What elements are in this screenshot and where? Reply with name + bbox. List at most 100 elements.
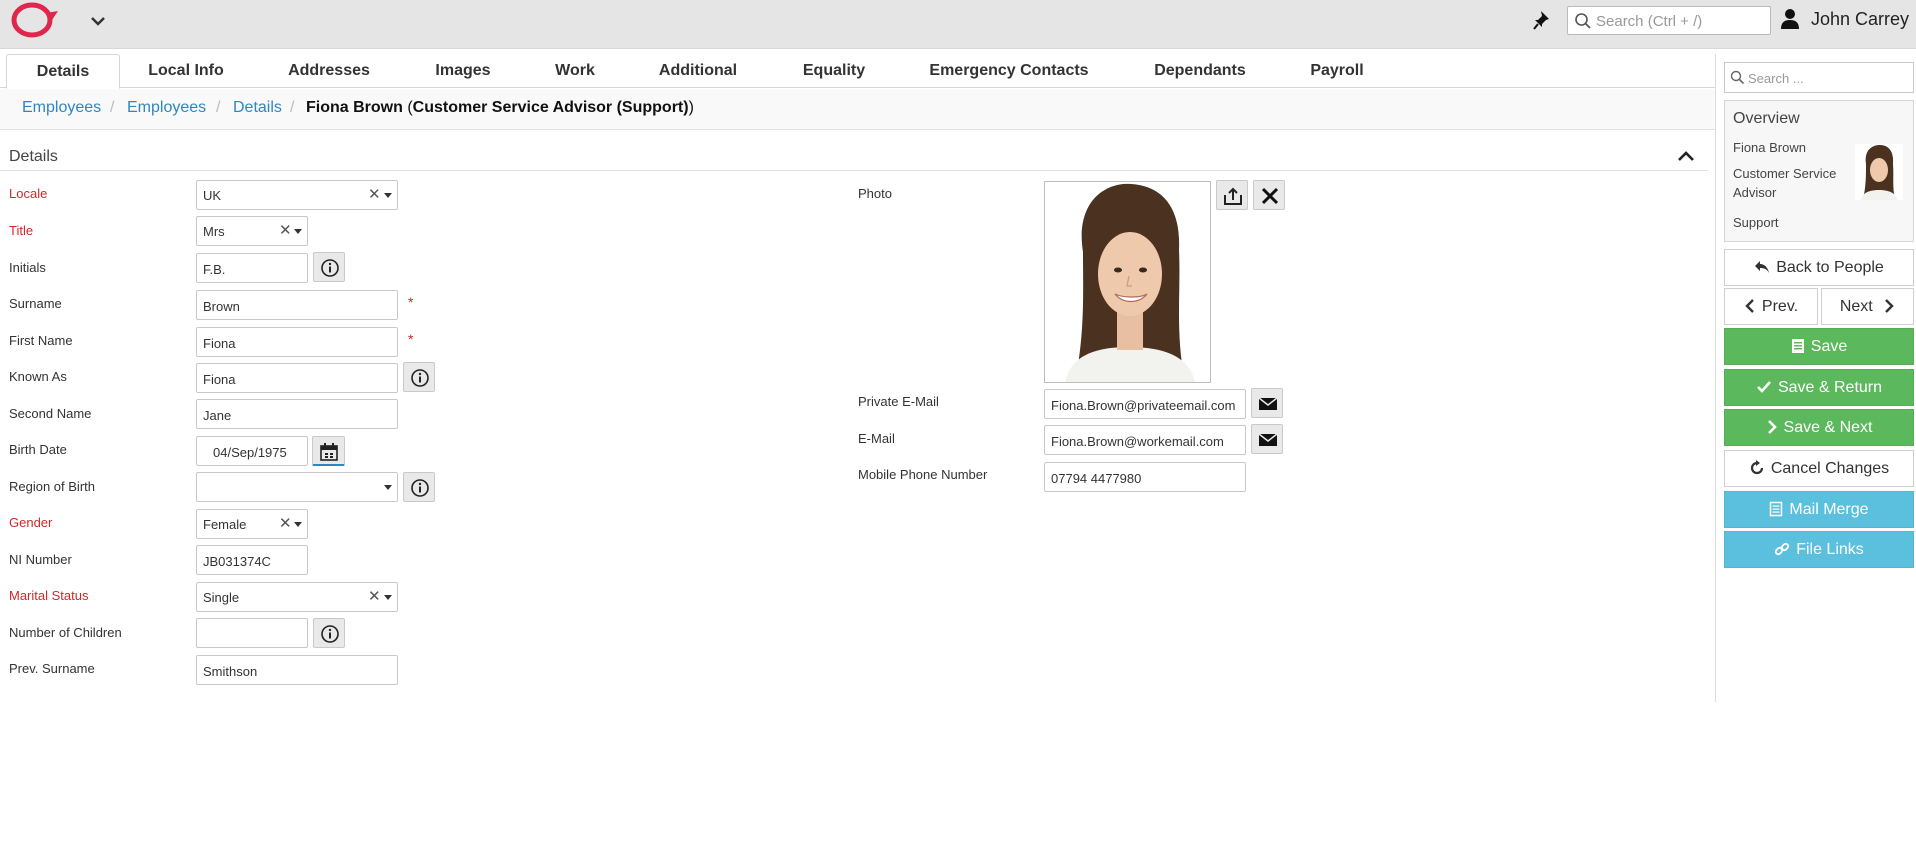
- clear-icon[interactable]: ✕: [279, 223, 292, 239]
- document-icon: [1791, 339, 1804, 353]
- tab-equality[interactable]: Equality: [788, 54, 880, 88]
- private-email-input[interactable]: [1051, 395, 1243, 415]
- cancel-changes-button[interactable]: Cancel Changes: [1724, 450, 1914, 487]
- number-of-children-field[interactable]: [196, 618, 308, 648]
- pin-icon[interactable]: [1532, 8, 1554, 32]
- user-icon[interactable]: [1780, 8, 1800, 30]
- email-input[interactable]: [1051, 431, 1243, 451]
- panel-search-input[interactable]: [1748, 69, 1908, 87]
- mobile-field[interactable]: [1044, 462, 1246, 492]
- marital-status-select[interactable]: Single ✕: [196, 582, 398, 612]
- tab-payroll[interactable]: Payroll: [1298, 54, 1376, 88]
- info-icon: [411, 479, 429, 497]
- breadcrumb: Employees / Employees / Details / Fiona …: [0, 89, 1716, 130]
- tab-emergency-contacts[interactable]: Emergency Contacts: [918, 54, 1100, 88]
- remove-photo-button[interactable]: [1253, 180, 1285, 210]
- right-panel: Overview Fiona Brown Customer Service Ad…: [1715, 54, 1916, 702]
- file-links-button[interactable]: File Links: [1724, 531, 1914, 568]
- tab-work[interactable]: Work: [540, 54, 610, 88]
- prev-surname-field[interactable]: [196, 655, 398, 685]
- number-of-children-info-button[interactable]: [313, 618, 345, 648]
- birth-date-field[interactable]: [196, 436, 308, 466]
- number-of-children-input[interactable]: [203, 624, 301, 644]
- email-send-button[interactable]: [1251, 424, 1283, 454]
- info-icon: [321, 625, 339, 643]
- birth-date-label: Birth Date: [9, 442, 67, 457]
- gender-label: Gender: [9, 515, 53, 530]
- initials-label: Initials: [9, 260, 46, 275]
- tab-dependants[interactable]: Dependants: [1144, 54, 1256, 88]
- marital-status-value: Single: [203, 590, 240, 605]
- mail-merge-button[interactable]: Mail Merge: [1724, 491, 1914, 528]
- surname-input[interactable]: [203, 296, 391, 316]
- tab-addresses[interactable]: Addresses: [270, 54, 388, 88]
- panel-search[interactable]: [1724, 62, 1914, 93]
- breadcrumb-link-details[interactable]: Details: [233, 99, 282, 117]
- first-name-field[interactable]: [196, 327, 398, 357]
- tab-additional[interactable]: Additional: [646, 54, 750, 88]
- known-as-input[interactable]: [203, 369, 391, 389]
- known-as-info-button[interactable]: [403, 362, 435, 392]
- caret-down-icon[interactable]: [384, 193, 392, 198]
- title-label: Title: [9, 223, 34, 238]
- birth-date-input[interactable]: [213, 442, 303, 462]
- clear-icon[interactable]: ✕: [368, 589, 381, 605]
- private-email-field[interactable]: [1044, 389, 1246, 419]
- photo-label: Photo: [858, 186, 892, 201]
- tab-images[interactable]: Images: [418, 54, 508, 88]
- calendar-button[interactable]: [312, 436, 345, 466]
- chevron-right-icon: [1885, 299, 1894, 313]
- gender-select[interactable]: Female ✕: [196, 509, 308, 539]
- back-to-people-button[interactable]: Back to People: [1724, 249, 1914, 286]
- prev-button[interactable]: Prev.: [1724, 288, 1818, 325]
- second-name-input[interactable]: [203, 405, 391, 425]
- mobile-input[interactable]: [1051, 468, 1239, 488]
- breadcrumb-link-employees[interactable]: Employees: [22, 99, 101, 117]
- prev-surname-input[interactable]: [203, 661, 391, 681]
- clear-icon[interactable]: ✕: [368, 187, 381, 203]
- upload-photo-button[interactable]: [1216, 180, 1248, 210]
- check-icon: [1757, 381, 1771, 393]
- prev-label: Prev.: [1761, 298, 1799, 315]
- second-name-field[interactable]: [196, 399, 398, 429]
- first-name-input[interactable]: [203, 333, 391, 353]
- back-to-people-label: Back to People: [1776, 259, 1884, 276]
- save-return-button[interactable]: Save & Return: [1724, 369, 1914, 406]
- chevron-down-icon[interactable]: [88, 12, 108, 30]
- save-button[interactable]: Save: [1724, 328, 1914, 365]
- initials-info-button[interactable]: [313, 252, 345, 282]
- ni-number-input[interactable]: [203, 551, 301, 571]
- chevron-up-icon[interactable]: [1676, 146, 1696, 166]
- calendar-icon: [320, 443, 338, 461]
- private-email-send-button[interactable]: [1251, 388, 1283, 418]
- initials-input[interactable]: [203, 259, 301, 279]
- email-field[interactable]: [1044, 425, 1246, 455]
- region-of-birth-select[interactable]: [196, 472, 398, 502]
- breadcrumb-link-employees-list[interactable]: Employees: [127, 99, 206, 117]
- chevron-right-icon: [1767, 420, 1777, 434]
- caret-down-icon[interactable]: [384, 485, 392, 490]
- next-button[interactable]: Next: [1821, 288, 1914, 325]
- known-as-field[interactable]: [196, 363, 398, 393]
- caret-down-icon[interactable]: [384, 595, 392, 600]
- tab-local-info[interactable]: Local Info: [128, 54, 244, 88]
- global-search-input[interactable]: [1596, 10, 1766, 32]
- info-icon: [411, 369, 429, 387]
- caret-down-icon[interactable]: [294, 522, 302, 527]
- save-next-button[interactable]: Save & Next: [1724, 409, 1914, 446]
- app-logo-icon[interactable]: [10, 1, 60, 39]
- search-icon: [1575, 13, 1591, 29]
- upload-icon: [1224, 187, 1242, 205]
- overview-name: Fiona Brown: [1733, 140, 1806, 155]
- surname-field[interactable]: [196, 290, 398, 320]
- caret-down-icon[interactable]: [294, 229, 302, 234]
- global-search[interactable]: [1567, 6, 1771, 35]
- user-name[interactable]: John Carrey: [1811, 9, 1909, 30]
- clear-icon[interactable]: ✕: [279, 516, 292, 532]
- title-select[interactable]: Mrs ✕: [196, 216, 308, 246]
- region-of-birth-info-button[interactable]: [403, 472, 435, 502]
- tab-details[interactable]: Details: [6, 54, 120, 89]
- ni-number-field[interactable]: [196, 545, 308, 575]
- initials-field[interactable]: [196, 253, 308, 283]
- locale-select[interactable]: UK ✕: [196, 180, 398, 210]
